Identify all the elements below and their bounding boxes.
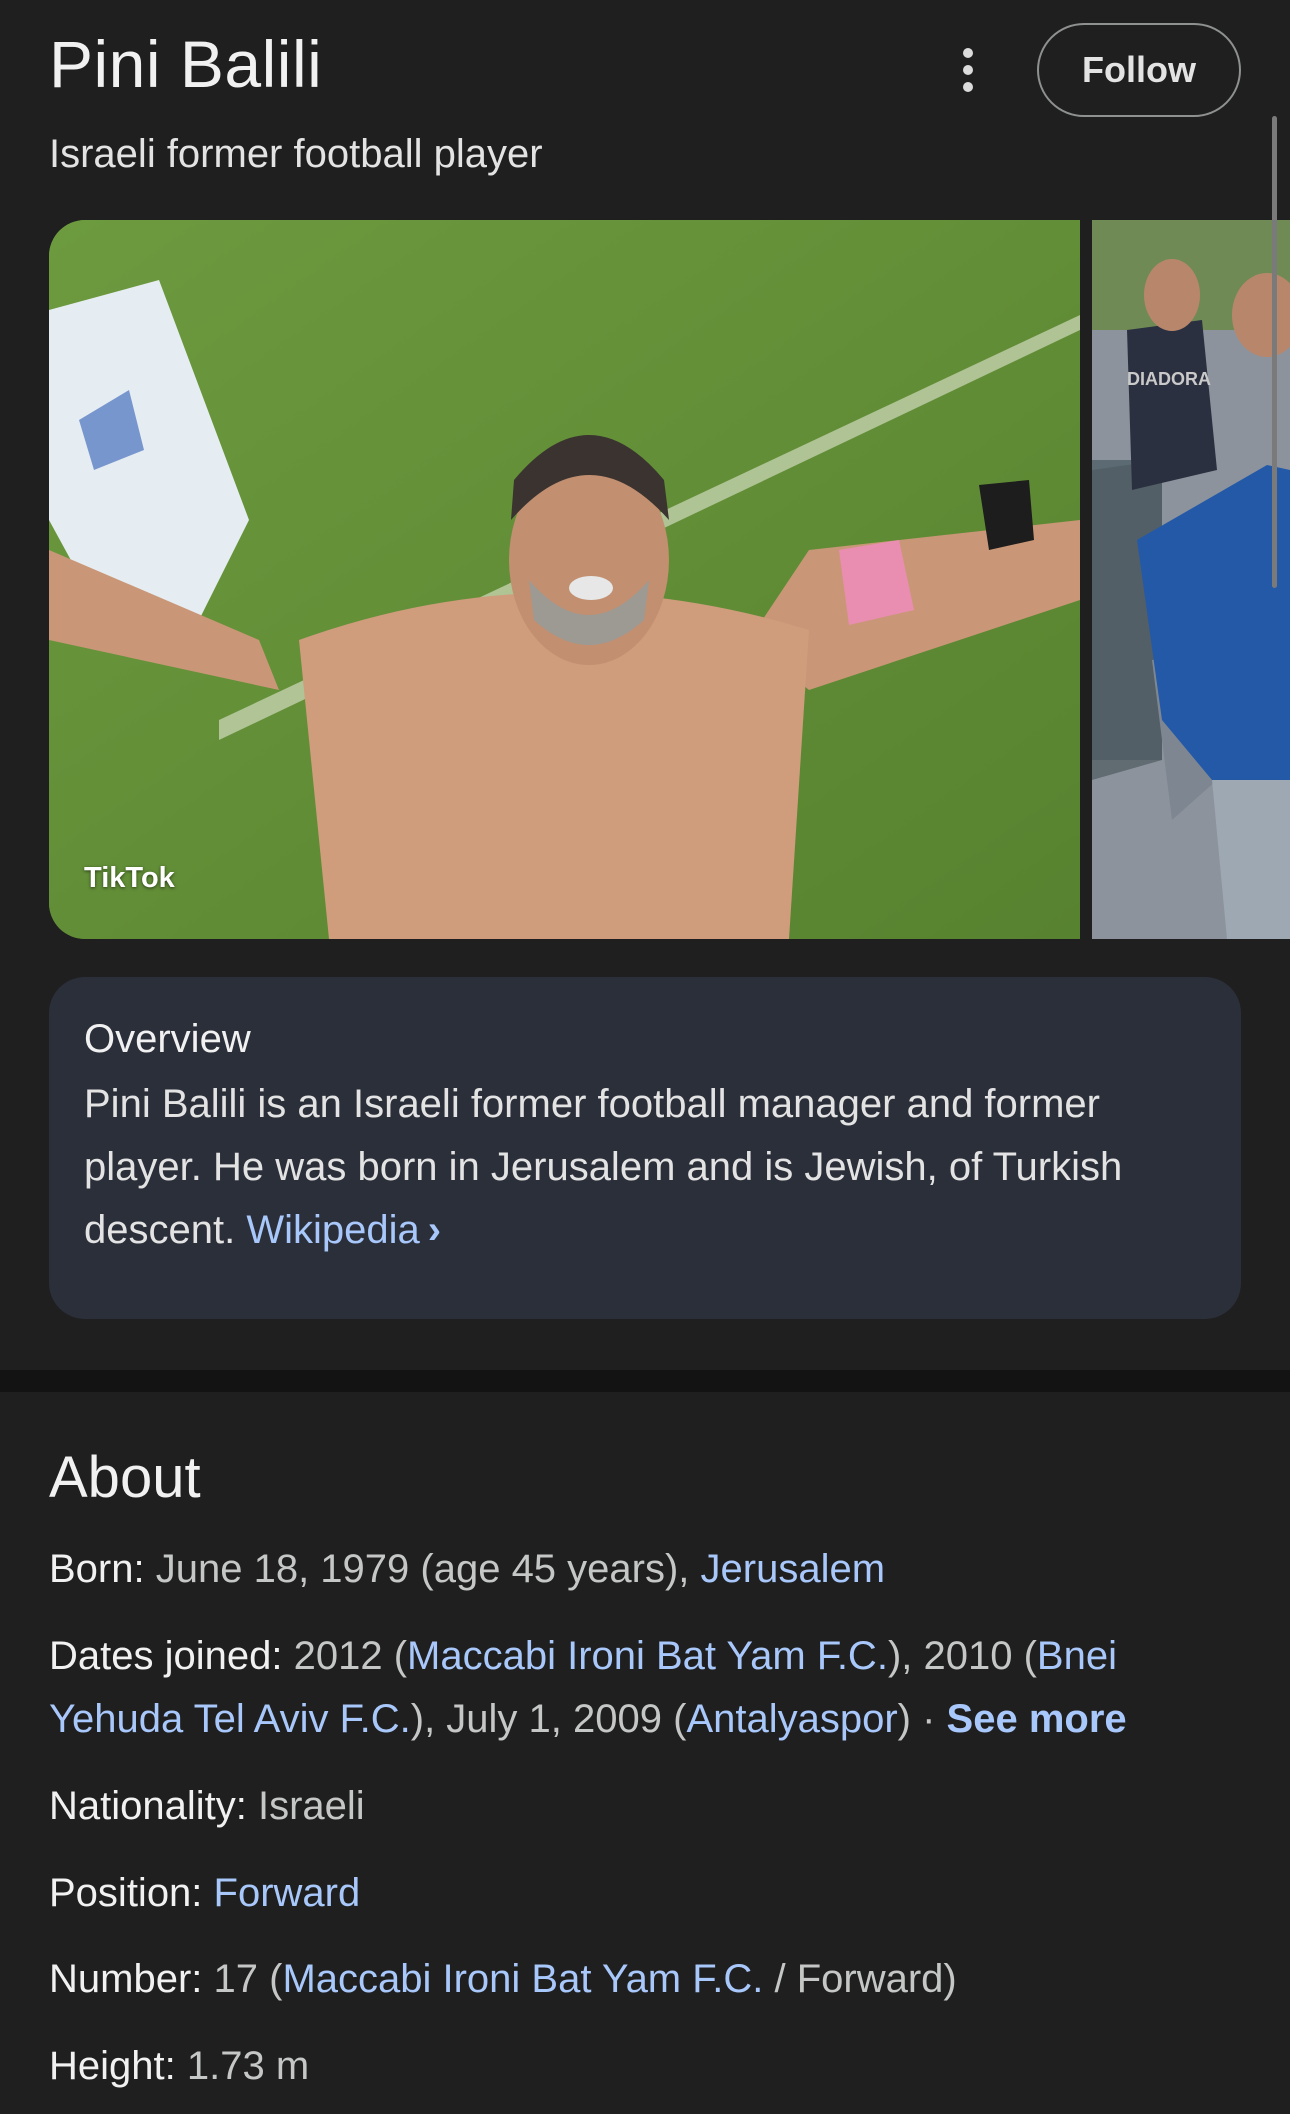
nationality-value: Israeli [246, 1784, 365, 1828]
main-image[interactable]: TikTok [49, 220, 1080, 939]
overview-title: Overview [84, 1017, 251, 1061]
overview-body: Pini Balili is an Israeli former footbal… [84, 1082, 1123, 1252]
number-label: Number: [49, 1957, 203, 2001]
separator-dot: · [911, 1697, 947, 1741]
knowledge-panel-header: Pini Balili Follow Israeli former footba… [0, 0, 1290, 1370]
entity-subtitle: Israeli former football player [49, 132, 543, 176]
born-place-link[interactable]: Jerusalem [701, 1547, 886, 1591]
position-label: Position: [49, 1871, 203, 1915]
wikipedia-link[interactable]: Wikipedia [246, 1208, 419, 1252]
height-value: 1.73 m [175, 2044, 310, 2088]
section-divider [0, 1370, 1290, 1392]
more-options-icon[interactable] [940, 40, 996, 100]
born-value: June 18, 1979 (age 45 years), [144, 1547, 701, 1591]
entity-title: Pini Balili [49, 27, 323, 101]
position-row: Position: Forward [49, 1862, 1241, 1925]
number-value: 17 ( [202, 1957, 283, 2001]
dates-joined-row: Dates joined: 2012 (Maccabi Ironi Bat Ya… [49, 1625, 1241, 1751]
height-row: Height: 1.73 m [49, 2035, 1241, 2098]
chevron-right-icon[interactable]: › [428, 1208, 441, 1252]
number-position: / Forward) [763, 1957, 957, 2001]
nationality-row: Nationality: Israeli [49, 1775, 1241, 1838]
dates-joined-text-4: ) [897, 1697, 911, 1741]
player-photo-illustration [49, 220, 1080, 939]
follow-button[interactable]: Follow [1037, 23, 1241, 117]
club-link-maccabi[interactable]: Maccabi Ironi Bat Yam F.C. [407, 1634, 888, 1678]
second-image[interactable]: DIADORA [1092, 220, 1290, 939]
scrollbar[interactable] [1272, 116, 1277, 588]
see-more-link[interactable]: See more [947, 1697, 1127, 1741]
overview-card: Overview Pini Balili is an Israeli forme… [49, 977, 1241, 1319]
position-link[interactable]: Forward [214, 1871, 361, 1915]
dates-joined-text-3: ), July 1, 2009 ( [410, 1697, 687, 1741]
number-row: Number: 17 (Maccabi Ironi Bat Yam F.C. /… [49, 1948, 1241, 2011]
born-label: Born: [49, 1547, 145, 1591]
image-credit: TikTok [84, 862, 175, 894]
about-title: About [49, 1445, 201, 1510]
club-link-antalyaspor[interactable]: Antalyaspor [686, 1697, 897, 1741]
height-label: Height: [49, 2044, 176, 2088]
nationality-label: Nationality: [49, 1784, 247, 1828]
dates-joined-text-1: 2012 ( [282, 1634, 408, 1678]
number-club-link[interactable]: Maccabi Ironi Bat Yam F.C. [282, 1957, 763, 2001]
second-photo-illustration: DIADORA [1092, 220, 1290, 939]
shirt-text: DIADORA [1127, 369, 1211, 389]
dates-joined-text-2: ), 2010 ( [887, 1634, 1037, 1678]
dates-joined-label: Dates joined: [49, 1634, 283, 1678]
born-row: Born: June 18, 1979 (age 45 years), Jeru… [49, 1538, 1241, 1601]
overview-text: Pini Balili is an Israeli former footbal… [84, 1073, 1214, 1262]
about-section: About Born: June 18, 1979 (age 45 years)… [0, 1392, 1290, 2114]
